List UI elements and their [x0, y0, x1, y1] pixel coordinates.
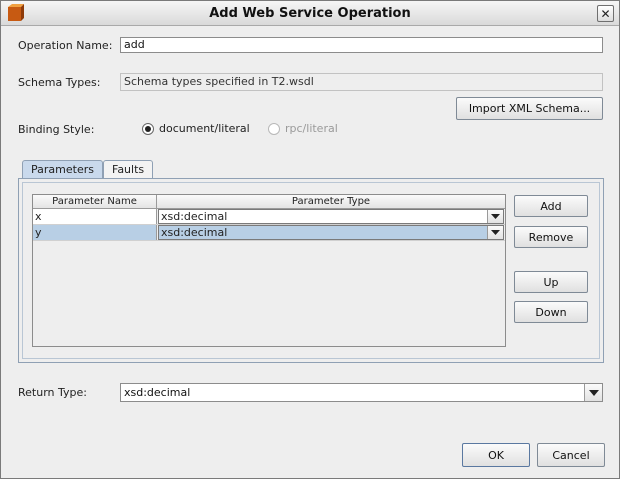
remove-parameter-button[interactable]: Remove	[514, 226, 588, 248]
tab-parameters[interactable]: Parameters	[22, 160, 103, 178]
column-header-parameter-type[interactable]: Parameter Type	[157, 195, 505, 208]
close-icon: ✕	[600, 6, 611, 21]
move-up-button[interactable]: Up	[514, 271, 588, 293]
parameters-panel: Parameter Name Parameter Type x xsd:deci…	[18, 178, 604, 363]
ok-button[interactable]: OK	[462, 443, 530, 467]
return-type-label: Return Type:	[18, 386, 87, 399]
cancel-button[interactable]: Cancel	[537, 443, 605, 467]
return-type-value: xsd:decimal	[124, 386, 191, 399]
dropdown-arrow-icon[interactable]	[487, 226, 503, 239]
table-row[interactable]: x xsd:decimal	[33, 209, 505, 225]
radio-document-literal-label: document/literal	[159, 122, 250, 135]
parameter-type-value: xsd:decimal	[161, 210, 228, 223]
import-xml-schema-button[interactable]: Import XML Schema...	[456, 97, 603, 120]
move-down-button[interactable]: Down	[514, 301, 588, 323]
column-header-parameter-name[interactable]: Parameter Name	[33, 195, 157, 208]
parameter-type-cell: xsd:decimal	[157, 225, 505, 240]
table-row[interactable]: y xsd:decimal	[33, 225, 505, 241]
binding-style-label: Binding Style:	[18, 123, 95, 136]
parameter-type-combo[interactable]: xsd:decimal	[158, 225, 504, 240]
parameter-type-value: xsd:decimal	[161, 226, 228, 239]
tab-faults[interactable]: Faults	[103, 160, 154, 178]
parameter-name-cell[interactable]: x	[33, 209, 157, 224]
radio-checked-icon	[142, 122, 154, 135]
schema-types-label: Schema Types:	[18, 76, 101, 89]
radio-unchecked-icon	[268, 122, 280, 135]
dropdown-arrow-icon[interactable]	[584, 384, 602, 401]
parameter-type-cell: xsd:decimal	[157, 209, 505, 224]
return-type-combo[interactable]: xsd:decimal	[120, 383, 603, 402]
parameter-name-cell[interactable]: y	[33, 225, 157, 240]
schema-types-field: Schema types specified in T2.wsdl	[120, 73, 603, 91]
radio-document-literal[interactable]: document/literal	[142, 122, 250, 135]
radio-rpc-literal: rpc/literal	[268, 122, 338, 135]
table-header: Parameter Name Parameter Type	[33, 195, 505, 209]
operation-name-input[interactable]: add	[120, 37, 603, 53]
title-bar: Add Web Service Operation ✕	[1, 1, 619, 26]
parameter-type-combo[interactable]: xsd:decimal	[158, 209, 504, 224]
dialog-title: Add Web Service Operation	[209, 6, 411, 21]
close-button[interactable]: ✕	[597, 5, 614, 22]
dropdown-arrow-icon[interactable]	[487, 210, 503, 223]
operation-name-label: Operation Name:	[18, 39, 113, 52]
parameters-table: Parameter Name Parameter Type x xsd:deci…	[32, 194, 506, 347]
add-parameter-button[interactable]: Add	[514, 195, 588, 217]
add-web-service-operation-dialog: Add Web Service Operation ✕ Operation Na…	[0, 0, 620, 479]
radio-rpc-literal-label: rpc/literal	[285, 122, 338, 135]
